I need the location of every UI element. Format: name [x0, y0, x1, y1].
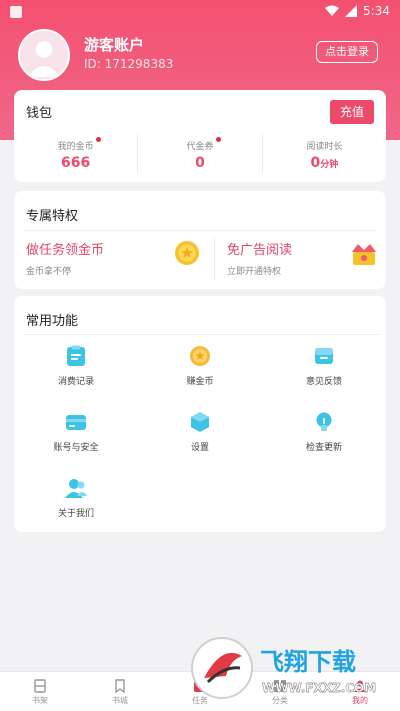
avatar[interactable]: [18, 29, 70, 81]
signal-icon: [345, 5, 358, 17]
bookshelf-icon: [34, 679, 46, 693]
stat-reading-time[interactable]: 阅读时长 0分钟: [261, 134, 386, 174]
status-time: 5:34: [363, 4, 390, 18]
stat-label: 阅读时长: [306, 142, 343, 152]
divider: [24, 334, 380, 335]
stat-number: 0: [195, 155, 205, 171]
function-settings[interactable]: 设置: [145, 410, 255, 453]
function-account-security[interactable]: 账号与安全: [21, 410, 131, 453]
user-name: 游客账户: [84, 36, 145, 54]
notification-dot: [215, 137, 221, 142]
receipt-icon: [67, 345, 85, 366]
lightbulb-icon: [316, 412, 332, 431]
function-check-update[interactable]: 检查更新: [269, 410, 379, 453]
stat-label: 代金券: [186, 142, 214, 152]
tab-bookstore[interactable]: 书城: [80, 672, 160, 711]
function-label: 检查更新: [305, 443, 342, 453]
privilege-ad-free[interactable]: 免广告阅读 立即开通特权: [214, 237, 379, 281]
stat-vouchers[interactable]: 代金券 0: [137, 134, 261, 174]
default-avatar-icon: [20, 31, 68, 79]
stat-number: 666: [61, 155, 91, 171]
function-about-us[interactable]: 关于我们: [21, 476, 131, 519]
status-bar: 5:34: [0, 0, 400, 24]
notification-dot: [95, 137, 101, 142]
tab-label: 书架: [32, 696, 48, 705]
stat-value: 0: [138, 155, 261, 171]
wallet-stats: 我的金币 666 代金券 0 阅读时长 0分钟: [14, 134, 386, 174]
feedback-icon: [315, 348, 333, 364]
privilege-subtitle: 立即开通特权: [227, 267, 282, 277]
common-functions-card: 常用功能 消费记录 赚金币 意见反馈 账号与安全 设置 检查更新 关于我们: [14, 296, 386, 532]
functions-title: 常用功能: [26, 314, 79, 329]
function-feedback[interactable]: 意见反馈: [269, 344, 379, 387]
recharge-button[interactable]: 充值: [330, 100, 374, 124]
function-label: 账号与安全: [53, 443, 99, 453]
privilege-title: 免广告阅读: [227, 243, 293, 258]
bookmark-icon: [115, 679, 125, 693]
tab-label: 书城: [112, 696, 128, 705]
cube-icon: [191, 412, 209, 432]
privilege-subtitle: 金币拿不停: [26, 267, 72, 277]
stat-unit: 分钟: [320, 160, 339, 170]
tab-bookshelf[interactable]: 书架: [0, 672, 80, 711]
stat-value: 666: [14, 155, 137, 171]
function-label: 关于我们: [57, 509, 94, 519]
function-label: 意见反馈: [305, 377, 342, 387]
users-icon: [65, 479, 87, 498]
stat-number: 0: [310, 155, 321, 171]
wallet-title: 钱包: [26, 106, 53, 121]
privilege-tasks-for-coins[interactable]: 做任务领金币 金币拿不停: [26, 237, 206, 281]
function-earn-coins[interactable]: 赚金币: [145, 344, 255, 387]
privileges-card: 专属特权 做任务领金币 金币拿不停 免广告阅读 立即开通特权: [14, 191, 386, 289]
stat-value: 0分钟: [263, 155, 386, 171]
notification-icon: [10, 6, 22, 18]
stat-label: 我的金币: [57, 142, 94, 152]
watermark-url: WWW.FXXZ.COM: [262, 681, 376, 695]
login-button[interactable]: 点击登录: [316, 41, 378, 63]
function-purchase-history[interactable]: 消费记录: [21, 344, 131, 387]
wifi-icon: [325, 5, 340, 16]
user-id: ID: 171298383: [84, 57, 174, 71]
watermark-logo: 飞翔下载 WWW.FXXZ.COM: [191, 637, 376, 699]
wallet-card: 钱包 充值 我的金币 666 代金券 0 阅读时长 0分钟: [14, 90, 386, 182]
gold-coin-icon: [175, 241, 199, 265]
watermark-brand: 飞翔下载: [260, 648, 356, 676]
card-icon: [66, 415, 86, 430]
stat-gold-coins[interactable]: 我的金币 666: [14, 134, 137, 174]
privileges-title: 专属特权: [26, 209, 79, 224]
privilege-title: 做任务领金币: [26, 243, 105, 258]
divider: [24, 230, 376, 231]
function-label: 赚金币: [186, 377, 214, 387]
function-label: 设置: [190, 443, 209, 453]
crown-icon: [352, 244, 376, 265]
function-label: 消费记录: [57, 377, 94, 387]
coin-icon: [190, 346, 210, 366]
